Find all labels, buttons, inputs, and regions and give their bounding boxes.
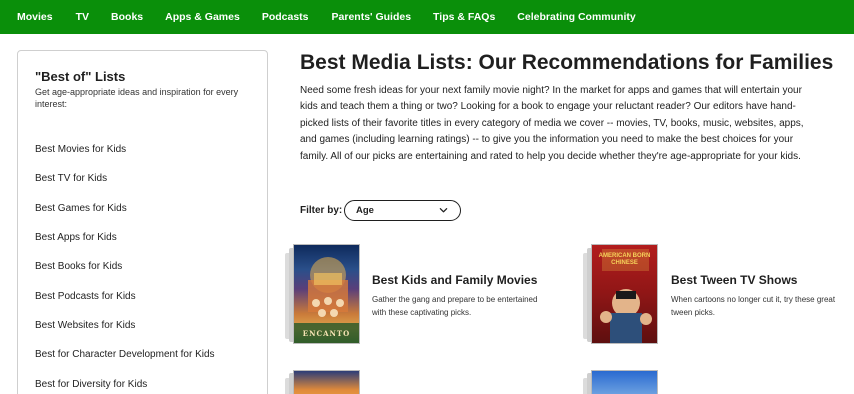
page-intro: Need some fresh ideas for your next fami… — [300, 85, 804, 162]
nav-podcasts[interactable]: Podcasts — [262, 11, 309, 23]
nav-parents-guides[interactable]: Parents' Guides — [332, 11, 412, 23]
page-title: Best Media Lists: Our Recommendations fo… — [300, 51, 834, 74]
poster-american-born-chinese[interactable]: AMERICAN BORN CHINESE — [591, 244, 658, 344]
sidebar-title: "Best of" Lists — [35, 69, 126, 84]
sidebar-item-podcasts[interactable]: Best Podcasts for Kids — [35, 281, 260, 310]
list-card-tween-tv[interactable]: AMERICAN BORN CHINESE Best Tween TV Show… — [583, 243, 843, 348]
sidebar-item-games[interactable]: Best Games for Kids — [35, 194, 260, 223]
sidebar-item-websites[interactable]: Best Websites for Kids — [35, 311, 260, 340]
list-card-partial[interactable] — [285, 368, 365, 394]
sidebar-item-books[interactable]: Best Books for Kids — [35, 252, 260, 281]
card-title[interactable]: Best Tween TV Shows — [671, 273, 797, 287]
poster-encanto[interactable]: ENCANTO — [293, 244, 360, 344]
filter-value: Age — [356, 205, 374, 216]
sidebar-list: Best Movies for Kids Best TV for Kids Be… — [35, 135, 260, 394]
sidebar-description: Get age-appropriate ideas and inspiratio… — [35, 87, 239, 109]
poster-partial[interactable] — [591, 370, 658, 394]
nav-tips-faqs[interactable]: Tips & FAQs — [433, 11, 495, 23]
card-description: When cartoons no longer cut it, try thes… — [671, 295, 836, 317]
filter-label: Filter by: — [300, 205, 343, 216]
age-filter-select[interactable]: Age — [344, 200, 461, 221]
nav-apps-games[interactable]: Apps & Games — [165, 11, 240, 23]
sidebar-item-tv[interactable]: Best TV for Kids — [35, 164, 260, 193]
best-of-sidebar: "Best of" Lists Get age-appropriate idea… — [17, 50, 268, 394]
nav-celebrating-community[interactable]: Celebrating Community — [517, 11, 635, 23]
card-title[interactable]: Best Kids and Family Movies — [372, 273, 537, 287]
sidebar-item-character-development[interactable]: Best for Character Development for Kids — [35, 340, 260, 369]
poster-partial[interactable] — [293, 370, 360, 394]
nav-movies[interactable]: Movies — [17, 11, 53, 23]
top-nav: Movies TV Books Apps & Games Podcasts Pa… — [0, 0, 854, 34]
poster-title: AMERICAN BORN CHINESE — [598, 253, 651, 266]
sidebar-item-apps[interactable]: Best Apps for Kids — [35, 223, 260, 252]
list-card-movies[interactable]: ENCANTO Best Kids and Family Movies Gath… — [285, 243, 545, 348]
chevron-down-icon — [439, 208, 448, 213]
card-description: Gather the gang and prepare to be entert… — [372, 295, 538, 317]
nav-books[interactable]: Books — [111, 11, 143, 23]
sidebar-item-diversity[interactable]: Best for Diversity for Kids — [35, 369, 260, 394]
poster-title: ENCANTO — [302, 329, 351, 338]
sidebar-item-movies[interactable]: Best Movies for Kids — [35, 135, 260, 164]
nav-tv[interactable]: TV — [76, 11, 89, 23]
list-card-partial[interactable] — [583, 368, 663, 394]
